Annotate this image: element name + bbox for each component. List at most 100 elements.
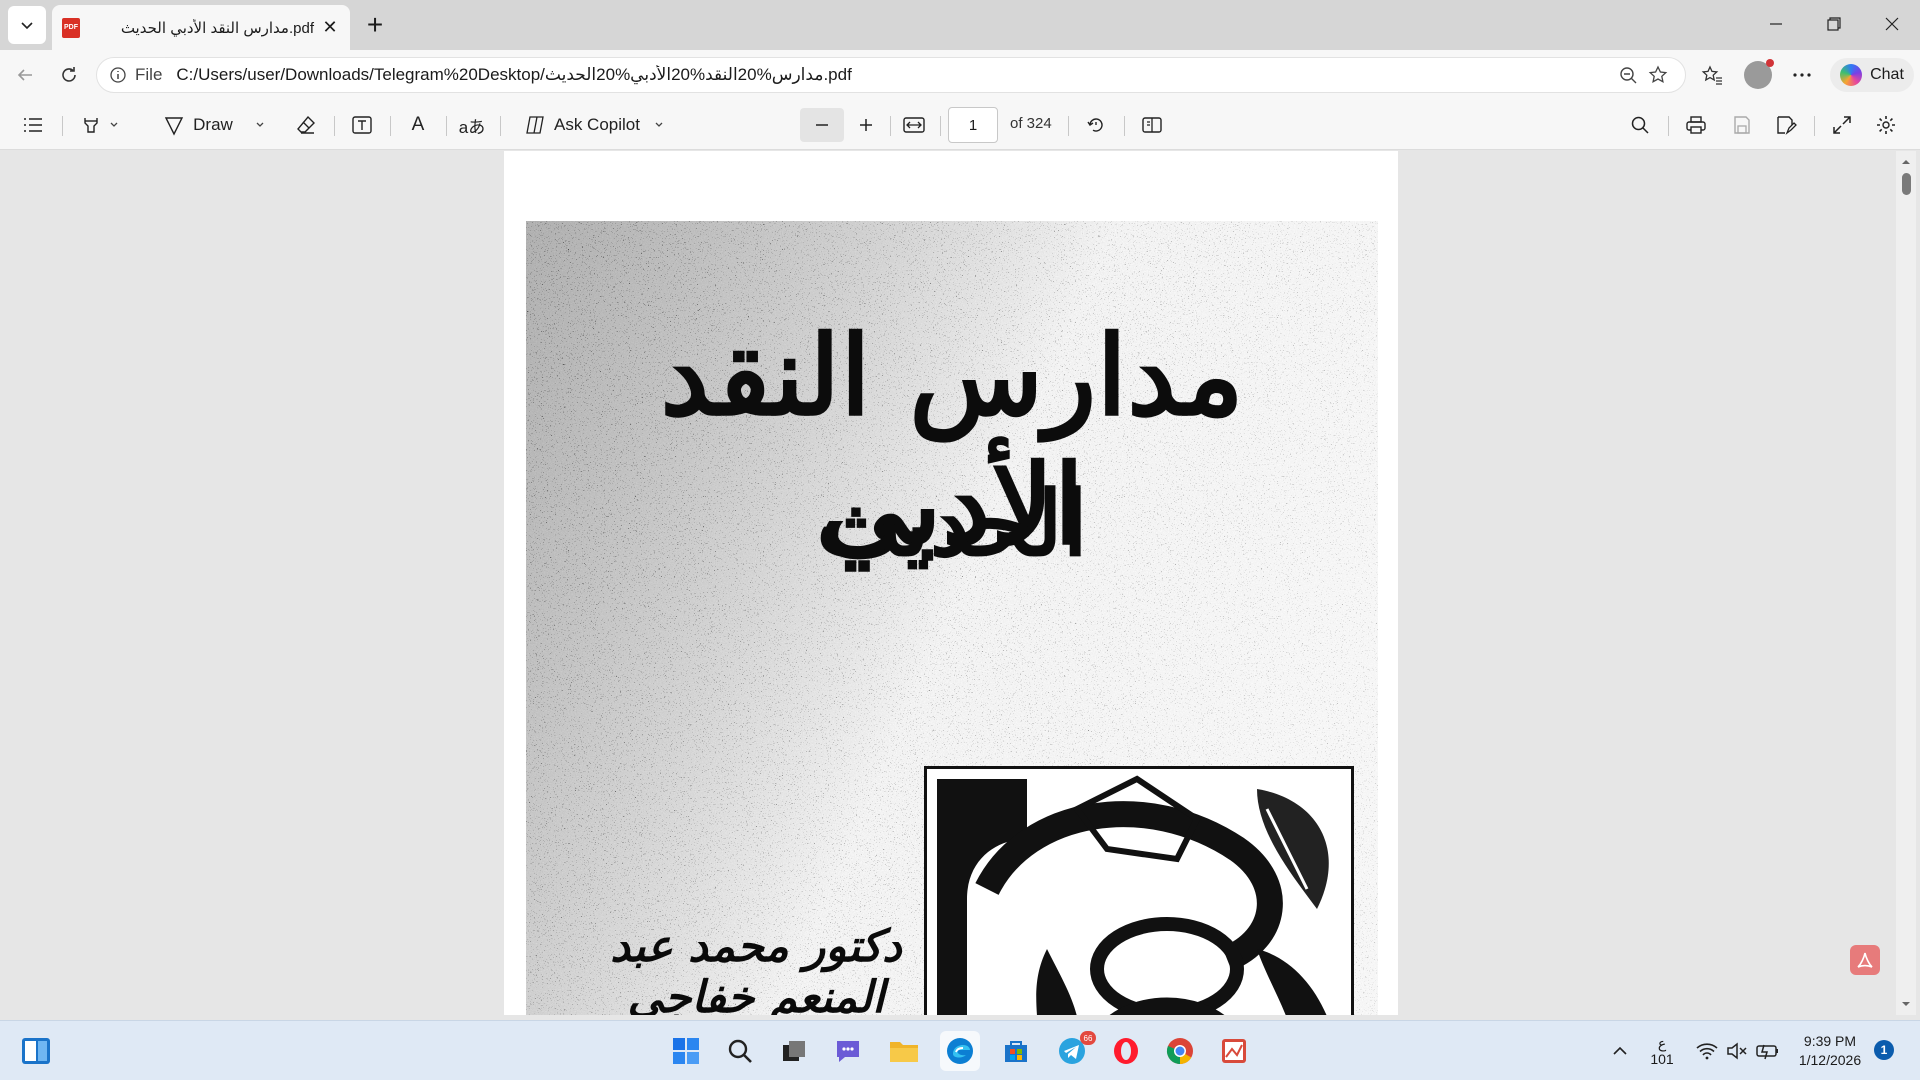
quick-settings-button[interactable] — [1690, 1031, 1786, 1071]
chat-icon — [837, 1041, 859, 1062]
restore-icon — [1827, 17, 1841, 31]
store-button[interactable] — [996, 1031, 1036, 1071]
close-icon — [1885, 17, 1899, 31]
translate-icon: aあ — [458, 117, 486, 137]
scroll-down-arrow-icon[interactable] — [1896, 997, 1916, 1011]
favorites-button[interactable] — [1694, 58, 1730, 92]
edge-taskbar-button[interactable] — [940, 1031, 980, 1071]
url-scheme-label: File — [135, 65, 163, 84]
erase-button[interactable] — [288, 108, 324, 142]
translate-button[interactable]: aあ — [454, 108, 490, 142]
pdf-page: مدارس النقد الأدبي الحديث دكتور محمد عبد… — [504, 151, 1398, 1015]
acrobat-icon[interactable] — [1850, 945, 1880, 975]
save-as-button[interactable] — [1768, 108, 1804, 142]
save-button[interactable] — [1724, 108, 1760, 142]
copilot-outline-icon — [526, 116, 544, 134]
zoom-out-button[interactable] — [1613, 65, 1643, 85]
image-app-icon — [1222, 1039, 1246, 1063]
chevron-down-icon — [110, 122, 118, 127]
input-language-indicator[interactable]: ع 101 — [1644, 1035, 1680, 1067]
scrollbar-thumb[interactable] — [1902, 173, 1911, 195]
scroll-up-arrow-icon[interactable] — [1896, 155, 1916, 169]
contents-icon — [24, 118, 42, 132]
start-button[interactable] — [666, 1031, 706, 1071]
profile-button[interactable] — [1738, 58, 1778, 92]
draw-button[interactable]: Draw — [156, 108, 272, 142]
widgets-button[interactable] — [16, 1031, 56, 1071]
tab-close-button[interactable]: ✕ — [320, 17, 340, 38]
minimize-button[interactable] — [1748, 0, 1804, 48]
restore-button[interactable] — [1806, 0, 1862, 48]
copilot-icon — [1840, 64, 1863, 86]
rotate-button[interactable] — [1078, 108, 1114, 142]
battery-icon — [1756, 1044, 1778, 1060]
clock-date: 1/12/2026 — [1798, 1052, 1862, 1068]
pdf-viewer[interactable]: مدارس النقد الأدبي الحديث دكتور محمد عبد… — [0, 151, 1920, 1015]
print-button[interactable] — [1678, 108, 1714, 142]
input-language-code: 101 — [1650, 1051, 1674, 1067]
tab-actions-button[interactable] — [8, 6, 46, 44]
opera-button[interactable] — [1106, 1031, 1146, 1071]
notification-count-badge[interactable]: 1 — [1874, 1040, 1894, 1060]
ask-copilot-button[interactable]: Ask Copilot — [516, 108, 672, 142]
info-icon[interactable] — [109, 66, 127, 84]
abstract-ink-illustration — [927, 769, 1351, 1015]
fit-width-icon — [903, 117, 925, 133]
page-total: of 324 — [1010, 115, 1052, 132]
wifi-icon — [1696, 1043, 1718, 1060]
book-subtitle: الحديث — [816, 471, 1088, 577]
back-button[interactable] — [8, 58, 42, 92]
highlight-button[interactable] — [72, 108, 128, 142]
settings-gear-icon — [1877, 116, 1895, 134]
settings-more-button[interactable] — [1784, 58, 1820, 92]
toolbar-separator — [1814, 116, 1815, 136]
telegram-unread-badge: 66 — [1080, 1031, 1096, 1045]
url-text[interactable]: C:/Users/user/Downloads/Telegram%20Deskt… — [176, 65, 1613, 85]
widgets-icon — [22, 1038, 50, 1064]
opera-icon — [1114, 1038, 1138, 1064]
add-favorite-button[interactable] — [1643, 65, 1673, 85]
page-number-input[interactable]: 1 — [948, 107, 998, 143]
volume-muted-icon — [1727, 1042, 1747, 1060]
title-bar: PDF مدارس النقد الأدبي الحديث.pdf ✕ + — [0, 0, 1920, 50]
cover-artwork — [924, 766, 1354, 1015]
teams-chat-button[interactable] — [828, 1031, 868, 1071]
draw-label: Draw — [193, 115, 233, 134]
page-view-button[interactable] — [1134, 108, 1170, 142]
file-explorer-icon — [890, 1042, 918, 1062]
back-arrow-icon — [17, 69, 32, 81]
image-app-button[interactable] — [1214, 1031, 1254, 1071]
zoom-out-pdf-button[interactable] — [800, 108, 844, 142]
task-view-button[interactable] — [774, 1031, 814, 1071]
zoom-in-pdf-button[interactable] — [848, 108, 884, 142]
refresh-button[interactable] — [52, 58, 86, 92]
fit-to-width-button[interactable] — [896, 108, 932, 142]
vertical-scrollbar[interactable] — [1896, 151, 1916, 1015]
telegram-button[interactable]: 66 — [1052, 1031, 1096, 1071]
read-aloud-button[interactable]: A — [400, 108, 436, 142]
chrome-button[interactable] — [1160, 1031, 1200, 1071]
copilot-chat-button[interactable]: Chat — [1830, 58, 1914, 92]
tab-title: مدارس النقد الأدبي الحديث.pdf — [120, 19, 314, 37]
find-button[interactable] — [1622, 108, 1658, 142]
contents-button[interactable] — [16, 108, 50, 142]
pdf-settings-button[interactable] — [1868, 108, 1904, 142]
fullscreen-button[interactable] — [1824, 108, 1860, 142]
navigation-bar: File C:/Users/user/Downloads/Telegram%20… — [0, 50, 1920, 100]
new-tab-button[interactable]: + — [358, 8, 392, 42]
close-window-button[interactable] — [1864, 0, 1920, 48]
address-bar[interactable]: File C:/Users/user/Downloads/Telegram%20… — [96, 57, 1686, 93]
chevron-down-icon — [256, 122, 264, 127]
text-box-icon — [352, 116, 372, 134]
add-text-button[interactable] — [344, 108, 380, 142]
taskbar-search-button[interactable] — [720, 1031, 760, 1071]
clock[interactable]: 9:39 PM 1/12/2026 — [1792, 1032, 1868, 1070]
toolbar-separator — [1068, 116, 1069, 136]
windows-start-icon — [673, 1038, 699, 1064]
active-tab[interactable]: PDF مدارس النقد الأدبي الحديث.pdf ✕ — [52, 5, 350, 50]
show-hidden-icons-button[interactable] — [1600, 1031, 1640, 1071]
rotate-icon — [1087, 118, 1103, 132]
save-as-icon — [1777, 116, 1797, 135]
clock-time: 9:39 PM — [1803, 1033, 1857, 1049]
file-explorer-button[interactable] — [884, 1031, 924, 1071]
